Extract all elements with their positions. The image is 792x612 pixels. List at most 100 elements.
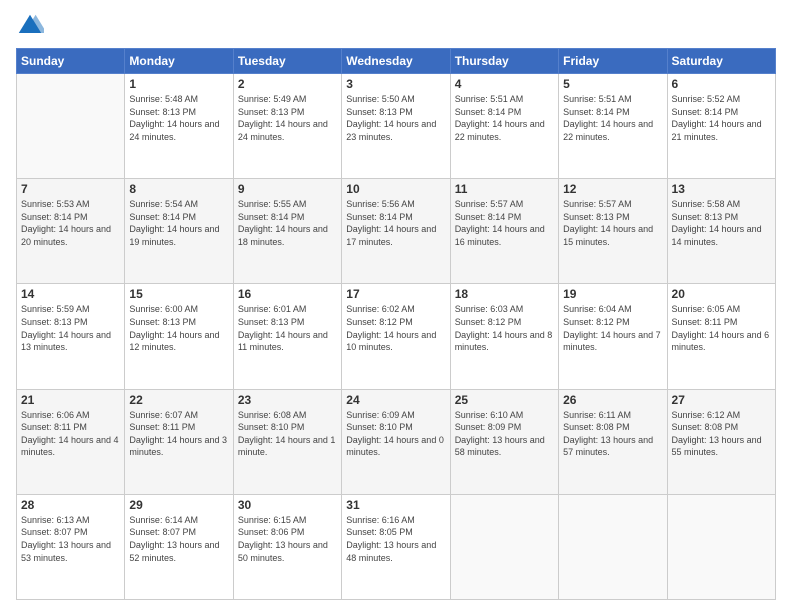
calendar-cell: 29 Sunrise: 6:14 AMSunset: 8:07 PMDayligh…: [125, 494, 233, 599]
day-number: 27: [672, 393, 771, 407]
day-number: 16: [238, 287, 337, 301]
calendar-cell: 22 Sunrise: 6:07 AMSunset: 8:11 PMDayligh…: [125, 389, 233, 494]
calendar-cell: 23 Sunrise: 6:08 AMSunset: 8:10 PMDayligh…: [233, 389, 341, 494]
day-number: 28: [21, 498, 120, 512]
day-number: 23: [238, 393, 337, 407]
day-number: 18: [455, 287, 554, 301]
day-info: Sunrise: 6:05 AMSunset: 8:11 PMDaylight:…: [672, 303, 771, 353]
calendar-cell: 19 Sunrise: 6:04 AMSunset: 8:12 PMDayligh…: [559, 284, 667, 389]
calendar-cell: 30 Sunrise: 6:15 AMSunset: 8:06 PMDayligh…: [233, 494, 341, 599]
day-number: 7: [21, 182, 120, 196]
day-info: Sunrise: 6:01 AMSunset: 8:13 PMDaylight:…: [238, 303, 337, 353]
day-header-wednesday: Wednesday: [342, 49, 450, 74]
day-info: Sunrise: 6:11 AMSunset: 8:08 PMDaylight:…: [563, 409, 662, 459]
header: [16, 12, 776, 40]
calendar-cell: 12Sunrise: 5:57 AMSunset: 8:13 PMDayligh…: [559, 179, 667, 284]
calendar-body: 1 Sunrise: 5:48 AMSunset: 8:13 PMDaylight…: [17, 74, 776, 600]
calendar-cell: 1 Sunrise: 5:48 AMSunset: 8:13 PMDaylight…: [125, 74, 233, 179]
day-number: 3: [346, 77, 445, 91]
logo-icon: [16, 12, 44, 40]
calendar-week-row: 21Sunrise: 6:06 AMSunset: 8:11 PMDayligh…: [17, 389, 776, 494]
day-header-monday: Monday: [125, 49, 233, 74]
day-number: 24: [346, 393, 445, 407]
calendar-cell: 18 Sunrise: 6:03 AMSunset: 8:12 PMDayligh…: [450, 284, 558, 389]
calendar-cell: [450, 494, 558, 599]
calendar-cell: 25 Sunrise: 6:10 AMSunset: 8:09 PMDayligh…: [450, 389, 558, 494]
day-info: Sunrise: 6:02 AMSunset: 8:12 PMDaylight:…: [346, 303, 445, 353]
day-info: Sunrise: 6:13 AMSunset: 8:07 PMDaylight:…: [21, 514, 120, 564]
calendar-cell: [17, 74, 125, 179]
calendar-cell: 24Sunrise: 6:09 AMSunset: 8:10 PMDayligh…: [342, 389, 450, 494]
calendar-cell: 3 Sunrise: 5:50 AMSunset: 8:13 PMDaylight…: [342, 74, 450, 179]
calendar-cell: 16 Sunrise: 6:01 AMSunset: 8:13 PMDayligh…: [233, 284, 341, 389]
logo: [16, 12, 48, 40]
day-info: Sunrise: 5:48 AMSunset: 8:13 PMDaylight:…: [129, 93, 228, 143]
day-number: 31: [346, 498, 445, 512]
calendar-cell: 28 Sunrise: 6:13 AMSunset: 8:07 PMDayligh…: [17, 494, 125, 599]
day-header-tuesday: Tuesday: [233, 49, 341, 74]
calendar-cell: 6 Sunrise: 5:52 AMSunset: 8:14 PMDaylight…: [667, 74, 775, 179]
calendar-cell: 11 Sunrise: 5:57 AMSunset: 8:14 PMDayligh…: [450, 179, 558, 284]
day-header-sunday: Sunday: [17, 49, 125, 74]
day-number: 22: [129, 393, 228, 407]
day-number: 29: [129, 498, 228, 512]
day-number: 13: [672, 182, 771, 196]
day-info: Sunrise: 6:00 AMSunset: 8:13 PMDaylight:…: [129, 303, 228, 353]
calendar-cell: 21Sunrise: 6:06 AMSunset: 8:11 PMDayligh…: [17, 389, 125, 494]
calendar-table: SundayMondayTuesdayWednesdayThursdayFrid…: [16, 48, 776, 600]
day-header-thursday: Thursday: [450, 49, 558, 74]
day-number: 6: [672, 77, 771, 91]
day-info: Sunrise: 6:10 AMSunset: 8:09 PMDaylight:…: [455, 409, 554, 459]
page: SundayMondayTuesdayWednesdayThursdayFrid…: [0, 0, 792, 612]
day-info: Sunrise: 6:14 AMSunset: 8:07 PMDaylight:…: [129, 514, 228, 564]
day-info: Sunrise: 5:55 AMSunset: 8:14 PMDaylight:…: [238, 198, 337, 248]
day-number: 4: [455, 77, 554, 91]
day-header-saturday: Saturday: [667, 49, 775, 74]
calendar-cell: 26 Sunrise: 6:11 AMSunset: 8:08 PMDayligh…: [559, 389, 667, 494]
calendar-cell: 20 Sunrise: 6:05 AMSunset: 8:11 PMDayligh…: [667, 284, 775, 389]
day-info: Sunrise: 5:51 AMSunset: 8:14 PMDaylight:…: [455, 93, 554, 143]
calendar-cell: 27 Sunrise: 6:12 AMSunset: 8:08 PMDayligh…: [667, 389, 775, 494]
calendar-cell: [559, 494, 667, 599]
calendar-week-row: 1 Sunrise: 5:48 AMSunset: 8:13 PMDaylight…: [17, 74, 776, 179]
day-number: 8: [129, 182, 228, 196]
day-number: 30: [238, 498, 337, 512]
day-info: Sunrise: 6:06 AMSunset: 8:11 PMDaylight:…: [21, 409, 120, 459]
day-info: Sunrise: 5:59 AMSunset: 8:13 PMDaylight:…: [21, 303, 120, 353]
day-info: Sunrise: 5:49 AMSunset: 8:13 PMDaylight:…: [238, 93, 337, 143]
day-number: 1: [129, 77, 228, 91]
day-info: Sunrise: 6:15 AMSunset: 8:06 PMDaylight:…: [238, 514, 337, 564]
day-info: Sunrise: 5:52 AMSunset: 8:14 PMDaylight:…: [672, 93, 771, 143]
day-info: Sunrise: 5:57 AMSunset: 8:14 PMDaylight:…: [455, 198, 554, 248]
calendar-week-row: 14 Sunrise: 5:59 AMSunset: 8:13 PMDayligh…: [17, 284, 776, 389]
calendar-cell: 15 Sunrise: 6:00 AMSunset: 8:13 PMDayligh…: [125, 284, 233, 389]
day-number: 12: [563, 182, 662, 196]
day-number: 25: [455, 393, 554, 407]
day-number: 15: [129, 287, 228, 301]
calendar-cell: 31 Sunrise: 6:16 AMSunset: 8:05 PMDayligh…: [342, 494, 450, 599]
day-number: 11: [455, 182, 554, 196]
day-number: 14: [21, 287, 120, 301]
day-info: Sunrise: 6:04 AMSunset: 8:12 PMDaylight:…: [563, 303, 662, 353]
day-info: Sunrise: 6:12 AMSunset: 8:08 PMDaylight:…: [672, 409, 771, 459]
day-number: 20: [672, 287, 771, 301]
calendar-week-row: 28 Sunrise: 6:13 AMSunset: 8:07 PMDayligh…: [17, 494, 776, 599]
day-info: Sunrise: 6:08 AMSunset: 8:10 PMDaylight:…: [238, 409, 337, 459]
day-info: Sunrise: 5:58 AMSunset: 8:13 PMDaylight:…: [672, 198, 771, 248]
header-row: SundayMondayTuesdayWednesdayThursdayFrid…: [17, 49, 776, 74]
calendar-cell: 2Sunrise: 5:49 AMSunset: 8:13 PMDaylight…: [233, 74, 341, 179]
day-number: 19: [563, 287, 662, 301]
day-info: Sunrise: 6:03 AMSunset: 8:12 PMDaylight:…: [455, 303, 554, 353]
day-info: Sunrise: 5:53 AMSunset: 8:14 PMDaylight:…: [21, 198, 120, 248]
day-number: 26: [563, 393, 662, 407]
day-info: Sunrise: 5:50 AMSunset: 8:13 PMDaylight:…: [346, 93, 445, 143]
day-info: Sunrise: 6:07 AMSunset: 8:11 PMDaylight:…: [129, 409, 228, 459]
calendar-cell: 5Sunrise: 5:51 AMSunset: 8:14 PMDaylight…: [559, 74, 667, 179]
day-info: Sunrise: 6:16 AMSunset: 8:05 PMDaylight:…: [346, 514, 445, 564]
calendar-cell: 9Sunrise: 5:55 AMSunset: 8:14 PMDaylight…: [233, 179, 341, 284]
day-number: 5: [563, 77, 662, 91]
calendar-cell: 4 Sunrise: 5:51 AMSunset: 8:14 PMDaylight…: [450, 74, 558, 179]
calendar-cell: 10Sunrise: 5:56 AMSunset: 8:14 PMDayligh…: [342, 179, 450, 284]
calendar-week-row: 7 Sunrise: 5:53 AMSunset: 8:14 PMDaylight…: [17, 179, 776, 284]
calendar-cell: [667, 494, 775, 599]
